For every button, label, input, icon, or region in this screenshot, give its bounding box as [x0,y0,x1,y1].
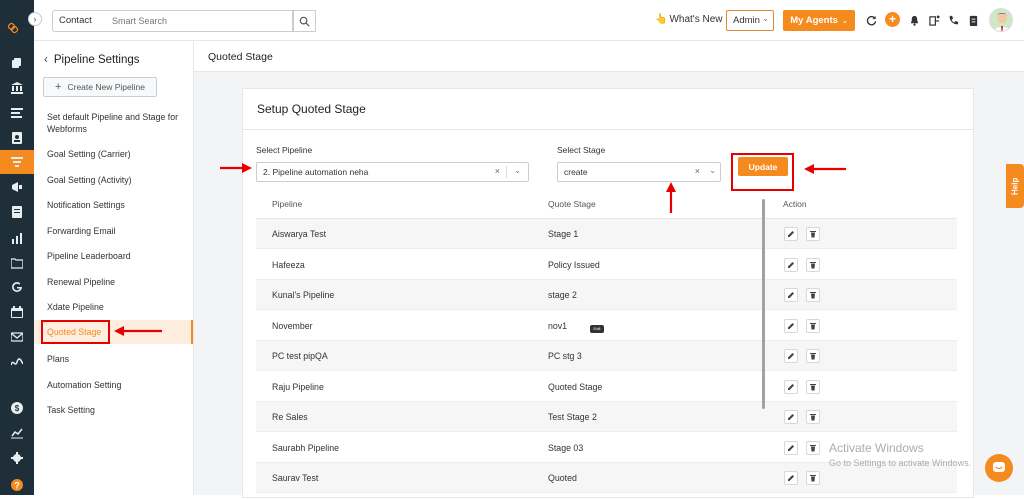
annotation-arrows [114,163,846,336]
activate-windows-title: Activate Windows [829,441,924,455]
help-tab-label: Help [1010,177,1020,195]
rail-expand-chevron-icon[interactable]: › [28,12,42,26]
help-tab[interactable]: Help [1006,164,1024,208]
activate-windows-subtitle: Go to Settings to activate Windows. [829,458,972,468]
chat-bubble-icon [993,462,1005,472]
chat-button[interactable] [985,454,1013,482]
